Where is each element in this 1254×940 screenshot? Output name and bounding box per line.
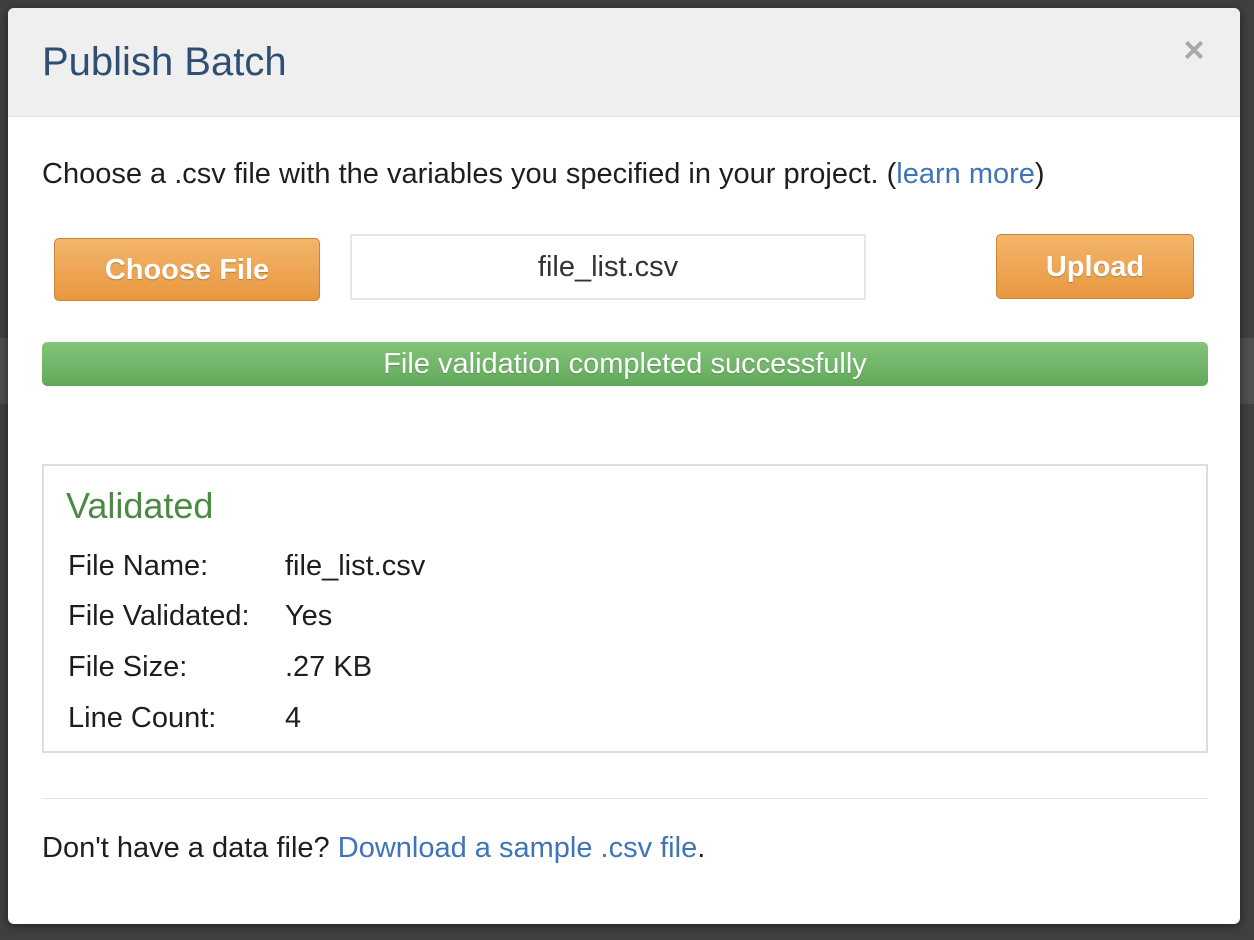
intro-suffix: ) (1034, 158, 1045, 190)
footer-label: Don't have a data file? (42, 832, 338, 864)
detail-value: Yes (285, 600, 333, 632)
intro-text: Choose a .csv file with the variables yo… (42, 156, 1045, 192)
progress-status-text: File validation completed successfully (383, 348, 867, 380)
choose-file-button[interactable]: Choose File (54, 238, 320, 301)
detail-label: File Size: (68, 651, 188, 683)
detail-label: File Name: (68, 550, 209, 582)
footer-text: Don't have a data file? Download a sampl… (42, 830, 705, 866)
close-icon[interactable]: × (1178, 32, 1210, 68)
publish-batch-dialog: Publish Batch × Choose a .csv file with … (8, 8, 1240, 924)
selected-file-name: file_list.csv (350, 234, 866, 300)
footer-divider (42, 798, 1208, 799)
detail-label: File Validated: (68, 600, 250, 632)
footer-suffix: . (697, 832, 706, 864)
learn-more-link[interactable]: learn more (896, 158, 1035, 190)
detail-row-line-count: Line Count: 4 (68, 700, 301, 736)
detail-value: .27 KB (285, 651, 373, 683)
detail-label: Line Count: (68, 702, 217, 734)
detail-row-file-size: File Size: .27 KB (68, 649, 372, 685)
intro-label: Choose a .csv file with the variables yo… (42, 158, 897, 190)
dialog-title: Publish Batch (42, 40, 287, 84)
upload-button[interactable]: Upload (996, 234, 1194, 299)
validation-progress-bar: File validation completed successfully (42, 342, 1208, 386)
validation-status-title: Validated (66, 485, 214, 526)
detail-row-file-name: File Name: file_list.csv (68, 548, 425, 584)
detail-value: file_list.csv (285, 550, 426, 582)
detail-row-file-validated: File Validated: Yes (68, 598, 332, 634)
validation-summary-panel: Validated File Name: file_list.csv File V… (42, 464, 1208, 753)
download-sample-link[interactable]: Download a sample .csv file (338, 832, 697, 864)
detail-value: 4 (285, 702, 302, 734)
dialog-header: Publish Batch × (8, 8, 1240, 117)
